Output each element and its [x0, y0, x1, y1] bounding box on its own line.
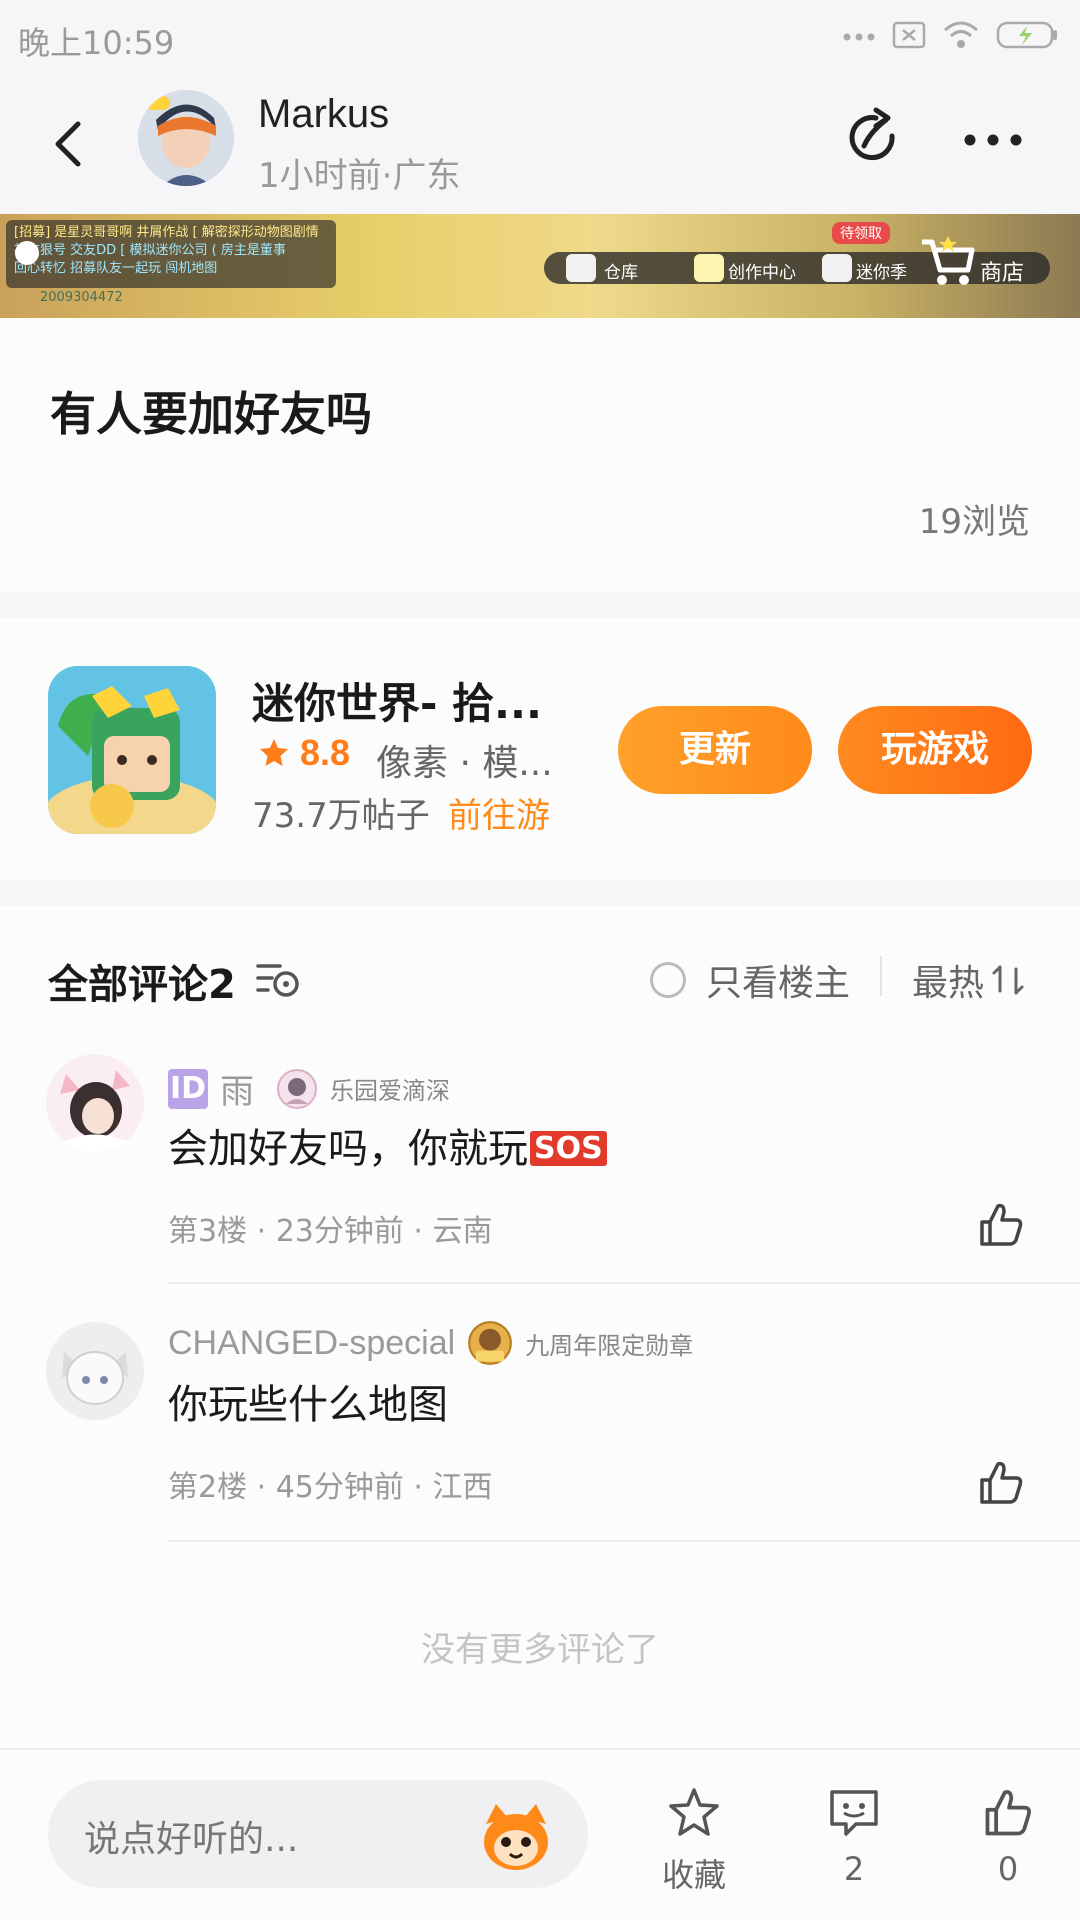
comments-title: 全部评论2 [48, 962, 236, 1008]
author-name[interactable]: Markus [258, 92, 389, 137]
commenter-avatar[interactable] [46, 1322, 144, 1420]
mini-season-icon [822, 254, 852, 282]
banner-dot-icon [15, 241, 39, 265]
post-header: Markus 1小时前·广东 [0, 76, 1080, 212]
post-title: 有人要加好友吗 [50, 387, 372, 441]
game-tags: 像素 · 模... [376, 743, 553, 784]
post-image-banner[interactable]: [招募] 是星灵哥哥啊 井屑作战 [ 解密探形动物图剧情 补衣狠号 交友DD [… [0, 214, 1080, 318]
like-post-button[interactable]: 0 [948, 1786, 1068, 1888]
author-avatar-image [138, 90, 234, 186]
share-button[interactable] [842, 106, 906, 170]
commenter-badge-label: 乐园爱滴深 [330, 1077, 450, 1105]
rating-value: 8.8 [300, 732, 351, 773]
commenter-avatar[interactable] [46, 1054, 144, 1152]
radio-circle-icon[interactable] [650, 962, 686, 998]
status-icons [842, 20, 1060, 50]
sim-off-icon [892, 21, 926, 49]
commenter-name[interactable]: 雨 [220, 1064, 254, 1113]
commenter-avatar-image [46, 1322, 144, 1420]
more-options-button[interactable] [960, 130, 1026, 150]
post-meta: 1小时前·广东 [258, 156, 461, 196]
view-count: 19浏览 [918, 502, 1030, 542]
banner-toolbar-item: 创作中心 [728, 263, 796, 283]
game-name[interactable]: 迷你世界- 拾... [252, 670, 542, 731]
status-bar: 晚上10:59 [0, 0, 1080, 76]
sort-divider [880, 956, 882, 996]
star-icon [260, 739, 288, 766]
comment-bubble-icon [830, 1790, 878, 1836]
banner-toolbar-item: 迷你季 [856, 263, 907, 283]
game-icon[interactable] [48, 666, 216, 834]
commenter-name[interactable]: CHANGED-special [168, 1324, 455, 1363]
comment-text: 你玩些什么地图 [168, 1382, 448, 1428]
commenter-name-row: ID 雨 乐园爱滴深 [168, 1064, 450, 1113]
like-count: 0 [997, 1850, 1019, 1888]
update-button[interactable]: 更新 [618, 706, 812, 794]
id-badge-icon: ID [168, 1068, 208, 1109]
game-post-count: 73.7万帖子 [252, 796, 430, 836]
comment-text: 会加好友吗，你就玩 SOS [168, 1116, 607, 1174]
bottom-action-bar: 说点好听的... 收藏 2 0 [0, 1748, 1080, 1920]
thumbs-up-icon [985, 1790, 1031, 1836]
post-card: 有人要加好友吗 19浏览 [0, 318, 1080, 592]
status-time: 晚上10:59 [18, 24, 175, 62]
commenter-name-row: CHANGED-special 九周年限定勋章 [168, 1320, 693, 1366]
more-dots-icon [843, 33, 875, 41]
comment-divider [168, 1282, 1080, 1284]
comment-input[interactable]: 说点好听的... [48, 1780, 588, 1888]
comment-meta: 第2楼 · 45分钟前 · 江西 [168, 1470, 493, 1505]
only-owner-label: 只看楼主 [706, 963, 851, 1004]
wifi-icon [944, 21, 978, 48]
sort-hot-button[interactable]: 最热 [912, 954, 1026, 1006]
star-outline-icon [669, 1788, 719, 1836]
comment-divider [168, 1540, 1080, 1542]
game-rating: 8.8 [258, 732, 350, 774]
commenter-badge-label: 九周年限定勋章 [525, 1331, 694, 1360]
banner-chat-line: 补衣狠号 交友DD [ 模拟迷你公司 ( 房主是董事 [14, 243, 286, 258]
comment-meta: 第3楼 · 23分钟前 · 云南 [168, 1214, 493, 1249]
banner-toolbar-item: 仓库 [604, 263, 638, 283]
filter-icon[interactable] [254, 958, 302, 1000]
medal-badge-icon [277, 1068, 317, 1109]
author-avatar[interactable] [138, 90, 234, 186]
anniversary-medal-icon [468, 1321, 513, 1365]
play-game-button[interactable]: 玩游戏 [838, 706, 1032, 794]
banner-chat-line: 回心转忆 招募队友一起玩 闯机地图 [14, 261, 218, 276]
banner-player-id: 2009304472 [40, 290, 123, 305]
shop-cart-icon [922, 236, 975, 285]
battery-icon [996, 21, 1057, 49]
lightbulb-icon [694, 254, 724, 282]
like-comment-button[interactable] [976, 1458, 1026, 1508]
warehouse-icon [566, 254, 596, 282]
game-icon-image [48, 666, 216, 834]
back-button[interactable] [44, 114, 100, 174]
comment-count-button[interactable]: 2 [794, 1786, 914, 1888]
comment-count: 2 [843, 1850, 865, 1888]
comment-text-body: 会加好友吗，你就玩 [168, 1126, 528, 1172]
like-comment-button[interactable] [976, 1200, 1026, 1250]
banner-chat-overlay: [招募] 是星灵哥哥啊 井屑作战 [ 解密探形动物图剧情 补衣狠号 交友DD [… [6, 220, 336, 288]
commenter-avatar-image [46, 1054, 144, 1152]
favorite-button[interactable]: 收藏 [634, 1786, 754, 1896]
banner-toolbar-item: 商店 [980, 261, 1025, 286]
only-owner-toggle[interactable]: 只看楼主 [650, 954, 850, 1006]
goto-game-link[interactable]: 前往游 [448, 788, 550, 837]
no-more-comments: 没有更多评论了 [421, 1630, 659, 1670]
mascot-emoji-icon[interactable] [474, 1794, 558, 1878]
comment-input-placeholder: 说点好听的... [84, 1819, 299, 1860]
banner-chat-line: [招募] 是星灵哥哥啊 井屑作战 [ 解密探形动物图剧情 [14, 225, 319, 240]
pending-badge: 待领取 [832, 222, 890, 244]
sort-icon [992, 965, 1024, 995]
favorite-label: 收藏 [661, 1856, 726, 1894]
sort-label: 最热 [912, 963, 985, 1004]
game-card[interactable]: 迷你世界- 拾... 8.8 像素 · 模... 73.7万帖子 前往游 更新 … [0, 618, 1080, 880]
sos-emoji: SOS [530, 1131, 607, 1166]
